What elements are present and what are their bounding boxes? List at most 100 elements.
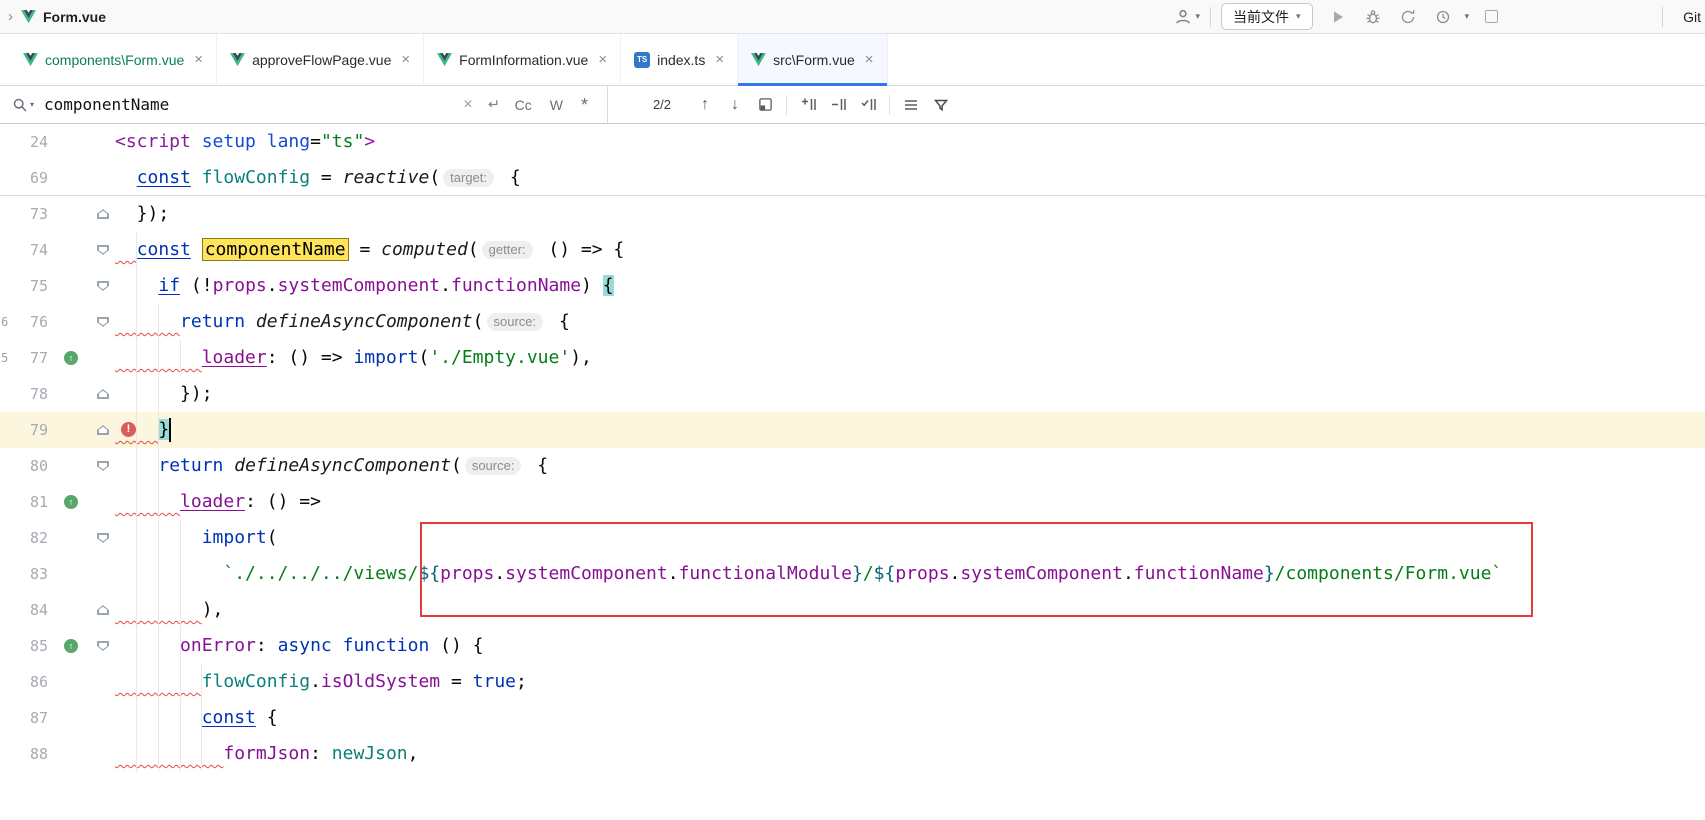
open-in-find-window-icon[interactable] — [750, 91, 780, 119]
fold-marker-icon[interactable] — [97, 605, 109, 615]
gutter[interactable]: 75 — [0, 268, 115, 304]
overrides-gutter-icon[interactable]: ↑ — [64, 351, 78, 365]
line-number[interactable]: 76 — [0, 304, 48, 340]
code-text[interactable]: const componentName = computed(getter: (… — [115, 232, 624, 268]
select-all-occurrences-icon[interactable] — [853, 91, 883, 119]
editor-tab[interactable]: TSindex.ts× — [621, 34, 738, 85]
line-number[interactable]: 88 — [0, 736, 48, 772]
code-text[interactable]: formJson: newJson, — [115, 736, 418, 772]
line-number[interactable]: 81 — [0, 484, 48, 520]
add-occurrence-icon[interactable] — [793, 91, 823, 119]
code-text[interactable]: const { — [115, 700, 278, 736]
line-number[interactable]: 77 — [0, 340, 48, 376]
code-line-83[interactable]: 83 `./../../../views/${props.systemCompo… — [0, 556, 1705, 592]
run-configuration-selector[interactable]: 当前文件 ▾ — [1221, 3, 1313, 30]
editor-tab[interactable]: src\Form.vue× — [738, 34, 887, 85]
code-text[interactable]: const flowConfig = reactive(target: { — [115, 160, 521, 196]
tab-close-icon[interactable]: × — [865, 51, 874, 68]
code-line-88[interactable]: 88 formJson: newJson, — [0, 736, 1705, 772]
match-case-toggle[interactable]: Cc — [506, 97, 541, 113]
gutter[interactable]: 24 — [0, 124, 115, 160]
editor-tab[interactable]: components\Form.vue× — [10, 34, 217, 85]
tab-close-icon[interactable]: × — [715, 51, 724, 68]
code-line-24[interactable]: 24 <script setup lang="ts"> — [0, 124, 1705, 160]
fold-marker-icon[interactable] — [97, 281, 109, 291]
tab-close-icon[interactable]: × — [401, 51, 410, 68]
code-line-84[interactable]: 84 ), — [0, 592, 1705, 628]
gutter[interactable]: 676 — [0, 304, 115, 340]
line-number[interactable]: 69 — [0, 160, 48, 196]
fold-marker-icon[interactable] — [97, 317, 109, 327]
code-line-69[interactable]: 69 const flowConfig = reactive(target: { — [0, 160, 1705, 196]
gutter[interactable]: 81 ↑ — [0, 484, 115, 520]
run-history-icon[interactable] — [1430, 4, 1456, 30]
code-line-78[interactable]: 78 }); — [0, 376, 1705, 412]
fold-marker-icon[interactable] — [97, 209, 109, 219]
code-line-76[interactable]: 676 return defineAsyncComponent(source: … — [0, 304, 1705, 340]
code-with-me-icon[interactable] — [1170, 4, 1196, 30]
code-line-75[interactable]: 75 if (!props.systemComponent.functionNa… — [0, 268, 1705, 304]
code-editor[interactable]: 24<script setup lang="ts">69 const flowC… — [0, 124, 1705, 820]
git-menu-label[interactable]: Git — [1683, 9, 1701, 25]
remove-occurrence-icon[interactable] — [823, 91, 853, 119]
code-text[interactable]: <script setup lang="ts"> — [115, 124, 375, 160]
gutter[interactable]: 577↑ — [0, 340, 115, 376]
code-line-85[interactable]: 85 ↑ onError: async function () { — [0, 628, 1705, 664]
newline-icon[interactable] — [479, 97, 506, 112]
code-text[interactable]: return defineAsyncComponent(source: { — [115, 448, 548, 484]
code-line-74[interactable]: 74 const componentName = computed(getter… — [0, 232, 1705, 268]
gutter[interactable]: 74 — [0, 232, 115, 268]
whole-words-toggle[interactable]: W — [541, 97, 572, 113]
clear-search-icon[interactable]: × — [457, 96, 478, 114]
code-text[interactable]: loader: () => — [115, 484, 321, 520]
code-line-73[interactable]: 73 }); — [0, 196, 1705, 232]
run-icon[interactable] — [1325, 4, 1351, 30]
gutter[interactable]: 79 — [0, 412, 115, 448]
code-line-77[interactable]: 577↑ loader: () => import('./Empty.vue')… — [0, 340, 1705, 376]
previous-match-button[interactable]: ↑ — [690, 96, 720, 114]
code-text[interactable]: return defineAsyncComponent(source: { — [115, 304, 570, 340]
code-text[interactable]: ), — [115, 592, 223, 628]
line-number[interactable]: 82 — [0, 520, 48, 556]
code-text[interactable]: onError: async function () { — [115, 628, 484, 664]
regex-toggle[interactable]: * — [572, 100, 597, 110]
line-number[interactable]: 87 — [0, 700, 48, 736]
gutter[interactable]: 82 — [0, 520, 115, 556]
fold-marker-icon[interactable] — [97, 533, 109, 543]
profiler-icon[interactable] — [1395, 4, 1421, 30]
line-number[interactable]: 84 — [0, 592, 48, 628]
line-number[interactable]: 85 — [0, 628, 48, 664]
overrides-gutter-icon[interactable]: ↑ — [64, 639, 78, 653]
fold-marker-icon[interactable] — [97, 461, 109, 471]
fold-marker-icon[interactable] — [97, 641, 109, 651]
gutter[interactable]: 85 ↑ — [0, 628, 115, 664]
code-text[interactable]: }); — [115, 376, 213, 412]
gutter[interactable]: 78 — [0, 376, 115, 412]
stop-icon[interactable] — [1478, 4, 1504, 30]
chevron-down-icon[interactable]: ▾ — [1465, 11, 1470, 22]
debug-icon[interactable] — [1360, 4, 1386, 30]
code-line-86[interactable]: 86 flowConfig.isOldSystem = true; — [0, 664, 1705, 700]
search-icon[interactable]: ▾ — [12, 97, 34, 113]
overrides-gutter-icon[interactable]: ↑ — [64, 495, 78, 509]
error-icon[interactable]: ! — [121, 422, 136, 437]
line-number[interactable]: 73 — [0, 196, 48, 232]
git-widget[interactable]: Git — [1652, 7, 1701, 27]
code-line-79[interactable]: 79! } — [0, 412, 1705, 448]
fold-marker-icon[interactable] — [97, 389, 109, 399]
search-field[interactable]: ▾ componentName × Cc W * — [0, 86, 608, 123]
tab-close-icon[interactable]: × — [194, 51, 203, 68]
code-line-81[interactable]: 81 ↑ loader: () => — [0, 484, 1705, 520]
line-number[interactable]: 75 — [0, 268, 48, 304]
editor-tab[interactable]: FormInformation.vue× — [424, 34, 621, 85]
gutter[interactable]: 87 — [0, 700, 115, 736]
fold-marker-icon[interactable] — [97, 245, 109, 255]
line-number[interactable]: 80 — [0, 448, 48, 484]
gutter[interactable]: 86 — [0, 664, 115, 700]
line-number[interactable]: 74 — [0, 232, 48, 268]
line-number[interactable]: 86 — [0, 664, 48, 700]
fold-marker-icon[interactable] — [97, 425, 109, 435]
gutter[interactable]: 84 — [0, 592, 115, 628]
line-number[interactable]: 24 — [0, 124, 48, 160]
gutter[interactable]: 80 — [0, 448, 115, 484]
